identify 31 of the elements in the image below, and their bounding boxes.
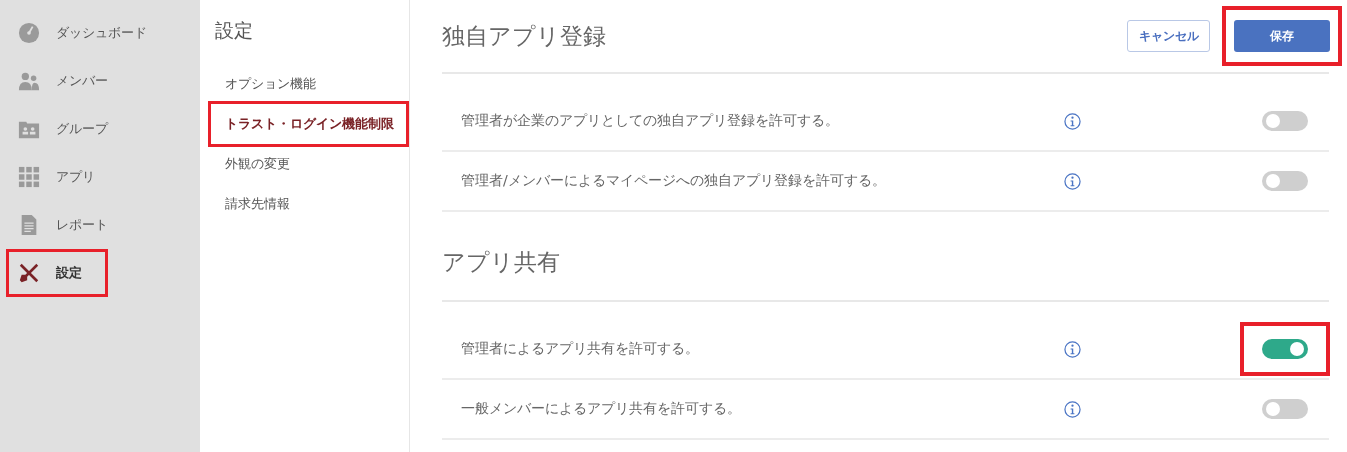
- sidebar-item[interactable]: グループ: [6, 105, 196, 153]
- section-title: 独自アプリ登録: [442, 21, 606, 51]
- section-title: アプリ共有: [442, 248, 560, 277]
- sidebar-item[interactable]: レポート: [6, 201, 196, 249]
- submenu-item[interactable]: 請求先情報: [208, 184, 409, 224]
- submenu-item[interactable]: オプション機能: [208, 64, 409, 104]
- sidebar-item[interactable]: アプリ: [6, 153, 196, 201]
- save-button[interactable]: 保存: [1234, 20, 1330, 52]
- sidebar-item[interactable]: メンバー: [6, 57, 196, 105]
- submenu-title: 設定: [214, 18, 254, 43]
- toggle-switch[interactable]: [1262, 399, 1308, 419]
- gauge-icon: [18, 22, 40, 44]
- submenu-item[interactable]: 外観の変更: [208, 144, 409, 184]
- setting-label: 管理者が企業のアプリとしての独自アプリ登録を許可する。: [460, 112, 840, 130]
- toggle-switch[interactable]: [1262, 171, 1308, 191]
- people-icon: [18, 70, 40, 92]
- info-icon[interactable]: [1064, 112, 1081, 130]
- sidebar-item[interactable]: ダッシュボード: [6, 9, 196, 57]
- submenu-item[interactable]: トラスト・ログイン機能制限: [208, 101, 409, 147]
- grid-icon: [18, 166, 40, 188]
- setting-label: 管理者/メンバーによるマイページへの独自アプリ登録を許可する。: [460, 172, 887, 190]
- tools-icon: [18, 262, 40, 284]
- toggle-switch[interactable]: [1262, 111, 1308, 131]
- sidebar-item[interactable]: 設定: [6, 249, 108, 297]
- setting-label: 管理者によるアプリ共有を許可する。: [460, 340, 700, 358]
- setting-label: 一般メンバーによるアプリ共有を許可する。: [460, 400, 742, 418]
- info-icon[interactable]: [1064, 172, 1081, 190]
- cancel-button[interactable]: キャンセル: [1127, 20, 1210, 52]
- toggle-switch[interactable]: [1262, 339, 1308, 359]
- info-icon[interactable]: [1064, 400, 1081, 418]
- info-icon[interactable]: [1064, 340, 1081, 358]
